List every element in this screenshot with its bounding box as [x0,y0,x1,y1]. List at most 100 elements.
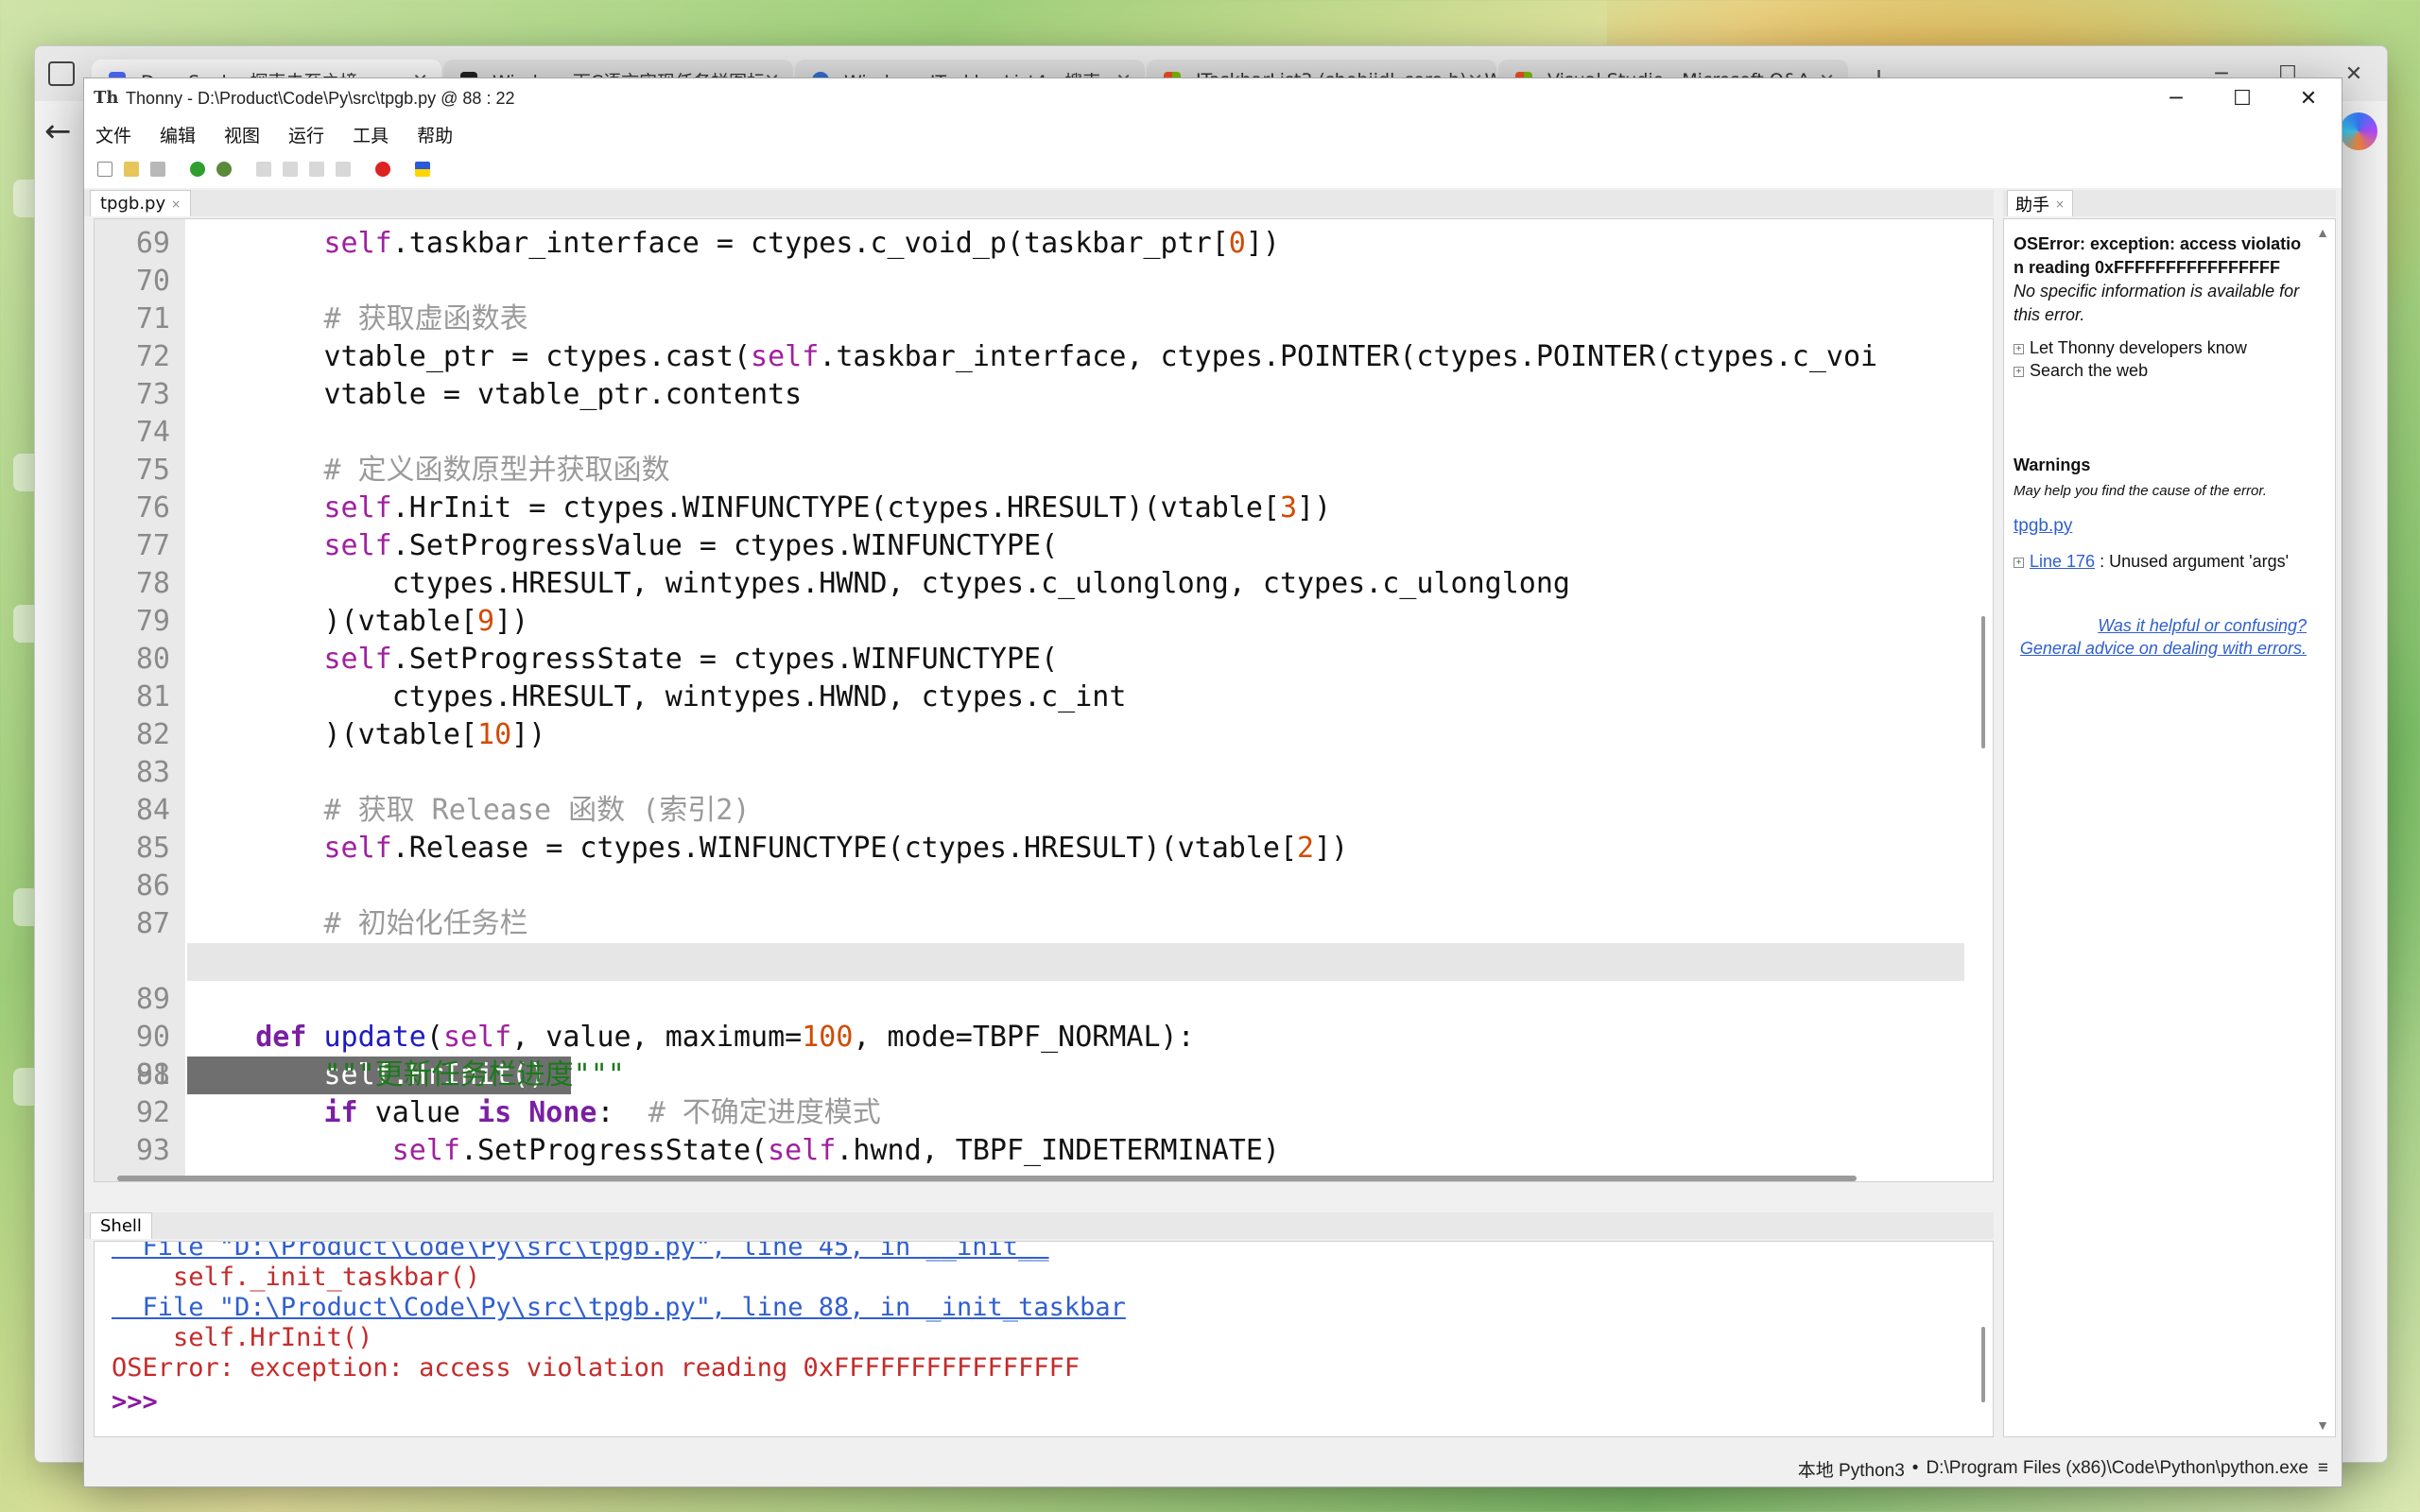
code-line[interactable]: 92 if value is None: # 不确定进度模式 [95,1094,1976,1132]
line-number: 75 [135,454,170,487]
search-web-item[interactable]: Search the web [2030,361,2148,380]
interpreter-path[interactable]: D:\Program Files (x86)\Code\Python\pytho… [1926,1458,2308,1479]
assistant-tab-bar: 助手 × [2003,190,2336,216]
assistant-no-info: No specific information is available for… [2014,282,2300,324]
run-icon[interactable] [190,162,205,177]
line-number: 78 [135,567,170,600]
code-line[interactable]: 86 [95,868,1976,905]
code-line[interactable]: 74 [95,414,1976,452]
shell-panel[interactable]: File "D:\Product\Code\Py\src\tpgb.py", l… [94,1241,1994,1437]
expand-plus-icon[interactable]: + [2014,343,2024,354]
editor-vertical-scrollbar[interactable] [1981,616,1985,748]
code-line[interactable]: 91 """更新任务栏进度""" [95,1057,1976,1094]
menu-file[interactable]: 文件 [92,122,135,147]
menu-help[interactable]: 帮助 [413,122,457,147]
step-into-icon[interactable] [283,162,298,177]
code-line[interactable]: 75 # 定义函数原型并获取函数 [95,452,1976,490]
let-devs-know-item[interactable]: Let Thonny developers know [2030,338,2247,357]
traceback-link[interactable]: File "D:\Product\Code\Py\src\tpgb.py", l… [112,1293,1126,1323]
line-number: 69 [135,227,170,260]
open-file-icon[interactable] [124,162,139,177]
scroll-up-arrow-icon[interactable]: ▲ [2316,225,2329,240]
code-line-current[interactable]: 88 self.HrInit() [95,943,1976,1094]
traceback-code: self.HrInit() [112,1323,373,1352]
back-arrow-icon[interactable]: ← [44,112,72,150]
toolbar [84,150,2342,188]
ukraine-flag-icon[interactable] [415,162,430,177]
line-number: 80 [135,643,170,676]
sidebar-toggle-icon[interactable] [48,61,75,86]
scroll-down-arrow-icon[interactable]: ▼ [2316,1418,2329,1433]
code-line[interactable]: 79 )(vtable[9]) [95,603,1976,641]
code-line[interactable]: 81 ctypes.HRESULT, wintypes.HWND, ctypes… [95,679,1976,716]
code-line[interactable]: 82 )(vtable[10]) [95,716,1976,754]
close-tab-icon[interactable]: × [2055,198,2065,211]
copilot-icon[interactable] [2340,112,2377,150]
menu-tools[interactable]: 工具 [349,122,392,147]
code-line[interactable]: 87 # 初始化任务栏 [95,905,1976,943]
thonny-window: Th Thonny - D:\Product\Code\Py\src\tpgb.… [83,77,2342,1487]
code-line[interactable]: 70 [95,263,1976,301]
line-number: 84 [135,794,170,827]
editor-horizontal-scrollbar[interactable] [117,1176,1857,1181]
warning-item: + Line 176 : Unused argument 'args' [2014,550,2307,573]
step-out-icon[interactable] [309,162,324,177]
traceback-link[interactable]: File "D:\Product\Code\Py\src\tpgb.py", l… [112,1242,1049,1263]
minimize-button[interactable]: ─ [2143,78,2209,118]
code-editor[interactable]: 69 self.taskbar_interface = ctypes.c_voi… [94,218,1994,1182]
warning-file-link[interactable]: tpgb.py [2014,516,2307,537]
close-button[interactable]: ✕ [2275,78,2342,118]
status-separator: • [1911,1458,1919,1478]
code-line[interactable]: 77 self.SetProgressValue = ctypes.WINFUN… [95,527,1976,565]
line-number: 70 [135,265,170,298]
code-line[interactable]: 69 self.taskbar_interface = ctypes.c_voi… [95,225,1976,263]
code-line[interactable]: 80 self.SetProgressState = ctypes.WINFUN… [95,641,1976,679]
code-line[interactable]: 90 def update(self, value, maximum=100, … [95,1019,1976,1057]
feedback-link[interactable]: Was it helpful or confusing? [2014,614,2307,637]
line-number: 81 [135,680,170,713]
code-line[interactable]: 83 [95,754,1976,792]
expand-plus-icon[interactable]: + [2014,557,2024,568]
line-number: 90 [135,1021,170,1054]
shell-prompt[interactable]: >>> [112,1387,158,1418]
step-over-icon[interactable] [256,162,271,177]
menu-view[interactable]: 视图 [220,122,264,147]
code-line[interactable]: 72 vtable_ptr = ctypes.cast(self.taskbar… [95,338,1976,376]
maximize-button[interactable]: ☐ [2209,78,2275,118]
stop-icon[interactable] [375,162,390,177]
code-line[interactable]: 78 ctypes.HRESULT, wintypes.HWND, ctypes… [95,565,1976,603]
warning-line-link[interactable]: Line 176 [2030,552,2095,571]
shell-tab-bar: Shell [84,1212,1994,1239]
current-line-highlight [187,943,1964,981]
debug-icon[interactable] [216,162,232,177]
save-file-icon[interactable] [150,162,165,177]
code-line[interactable]: 71 # 获取虚函数表 [95,301,1976,338]
code-line[interactable]: 93 self.SetProgressState(self.hwnd, TBPF… [95,1132,1976,1170]
new-file-icon[interactable] [97,162,112,177]
interpreter-menu-icon[interactable]: ≡ [2318,1458,2328,1479]
shell-vertical-scrollbar[interactable] [1981,1327,1985,1402]
editor-tab-label: tpgb.py [100,194,166,214]
code-line[interactable]: 89 [95,981,1976,1019]
code-line[interactable]: 85 self.Release = ctypes.WINFUNCTYPE(cty… [95,830,1976,868]
expand-item[interactable]: + Let Thonny developers know [2014,336,2307,359]
interpreter-label[interactable]: 本地 Python3 [1798,1456,1905,1482]
menu-edit[interactable]: 编辑 [156,122,199,147]
expand-item[interactable]: + Search the web [2014,359,2307,382]
shell-tab[interactable]: Shell [90,1212,152,1239]
line-number: 83 [135,756,170,789]
code-line[interactable]: 73 vtable = vtable_ptr.contents [95,376,1976,414]
assistant-tab[interactable]: 助手 × [2007,190,2074,216]
menu-run[interactable]: 运行 [285,122,328,147]
warnings-heading: Warnings [2014,455,2091,474]
resume-icon[interactable] [336,162,351,177]
editor-tab-tpgb[interactable]: tpgb.py × [90,190,192,216]
code-line[interactable]: 84 # 获取 Release 函数 (索引2) [95,792,1976,830]
assistant-tab-label: 助手 [2015,195,2049,215]
advice-link[interactable]: General advice on dealing with errors. [2014,637,2307,660]
close-tab-icon[interactable]: × [171,198,181,211]
assistant-panel: OSError: exception: access violation rea… [2003,218,2336,1437]
code-line[interactable]: 76 self.HrInit = ctypes.WINFUNCTYPE(ctyp… [95,490,1976,527]
expand-plus-icon[interactable]: + [2014,366,2024,377]
menu-bar: 文件 编辑 视图 运行 工具 帮助 [84,118,2342,150]
